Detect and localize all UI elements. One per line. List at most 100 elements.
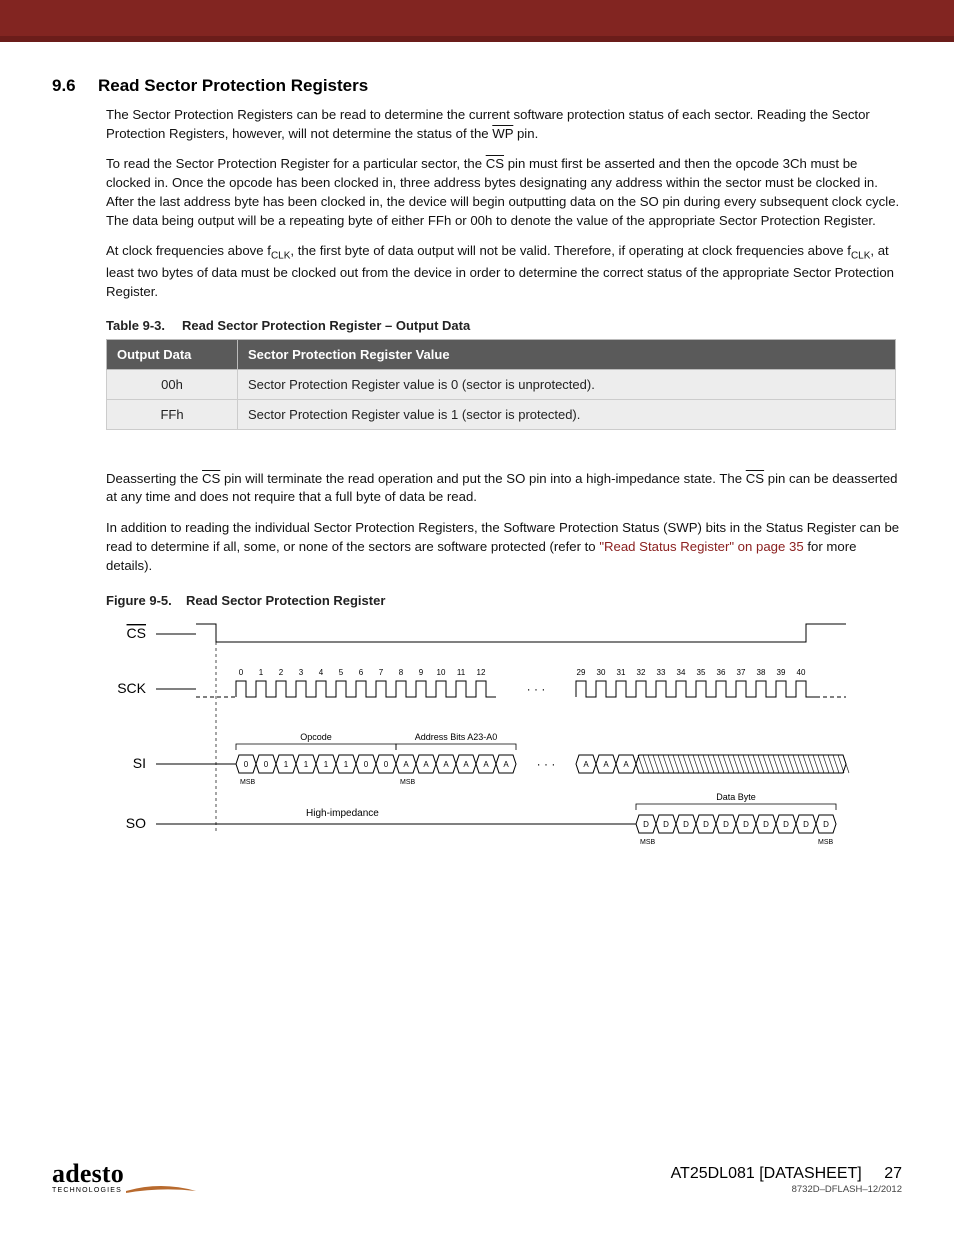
svg-text:10: 10 [437, 668, 446, 677]
text: To read the Sector Protection Register f… [106, 156, 486, 171]
svg-text:High-impedance: High-impedance [306, 808, 379, 819]
svg-text:MSB: MSB [818, 839, 834, 846]
fclk-sub: CLK [271, 251, 290, 262]
col-spr-value: Sector Protection Register Value [238, 339, 896, 369]
doc-code: 8732D–DFLASH–12/2012 [671, 1185, 902, 1195]
header-color-band [0, 0, 954, 42]
svg-text:3: 3 [299, 668, 304, 677]
text: , the first byte of data output will not… [290, 243, 851, 258]
text: pin. [513, 126, 538, 141]
table-header-row: Output Data Sector Protection Register V… [107, 339, 896, 369]
svg-text:Opcode: Opcode [300, 732, 332, 742]
svg-text:· · ·: · · · [537, 757, 556, 771]
svg-text:9: 9 [419, 668, 424, 677]
svg-text:SCK: SCK [117, 680, 146, 696]
svg-text:CS: CS [127, 625, 146, 641]
svg-text:D: D [723, 820, 729, 829]
svg-text:8: 8 [399, 668, 404, 677]
figure-caption: Figure 9-5.Read Sector Protection Regist… [106, 593, 902, 608]
cell-desc: Sector Protection Register value is 1 (s… [238, 399, 896, 429]
svg-text:D: D [763, 820, 769, 829]
svg-text:40: 40 [797, 668, 806, 677]
svg-text:Data Byte: Data Byte [716, 792, 756, 802]
text: At clock frequencies above f [106, 243, 271, 258]
svg-text:37: 37 [737, 668, 746, 677]
svg-text:1: 1 [259, 668, 264, 677]
paragraph-1: The Sector Protection Registers can be r… [52, 106, 902, 143]
svg-text:A: A [603, 760, 609, 769]
table-title: Read Sector Protection Register – Output… [182, 318, 470, 333]
fclk-sub: CLK [851, 251, 870, 262]
svg-text:A: A [583, 760, 589, 769]
svg-text:2: 2 [279, 668, 284, 677]
col-output-data: Output Data [107, 339, 238, 369]
figure-title: Read Sector Protection Register [186, 593, 385, 608]
logo-wordmark: adesto [52, 1162, 124, 1185]
svg-text:38: 38 [757, 668, 766, 677]
cs-pin: CS [202, 471, 220, 486]
svg-text:6: 6 [359, 668, 364, 677]
wp-pin: WP [492, 126, 513, 141]
text: The Sector Protection Registers can be r… [106, 107, 870, 141]
svg-text:A: A [443, 760, 449, 769]
table-number: Table 9-3. [106, 318, 182, 333]
svg-text:30: 30 [597, 668, 606, 677]
svg-text:1: 1 [344, 760, 349, 769]
svg-text:0: 0 [239, 668, 244, 677]
svg-text:0: 0 [384, 760, 389, 769]
svg-text:39: 39 [777, 668, 786, 677]
svg-text:SI: SI [133, 755, 146, 771]
svg-text:36: 36 [717, 668, 726, 677]
page-footer: adesto TECHNOLOGIES AT25DL081 [DATASHEET… [0, 1162, 954, 1195]
paragraph-5: In addition to reading the individual Se… [52, 519, 902, 575]
logo-swoosh-icon [126, 1185, 196, 1195]
timing-svg: CSSCKSISO0123456789101112· · ·2930313233… [106, 614, 866, 854]
svg-text:4: 4 [319, 668, 324, 677]
svg-text:31: 31 [617, 668, 626, 677]
svg-text:· · ·: · · · [527, 682, 546, 696]
svg-text:A: A [483, 760, 489, 769]
svg-text:D: D [663, 820, 669, 829]
adesto-logo: adesto TECHNOLOGIES [52, 1162, 196, 1195]
cell-output: 00h [107, 369, 238, 399]
svg-text:D: D [803, 820, 809, 829]
svg-text:1: 1 [284, 760, 289, 769]
svg-text:MSB: MSB [240, 779, 256, 786]
svg-text:A: A [403, 760, 409, 769]
table-row: 00h Sector Protection Register value is … [107, 369, 896, 399]
table-caption: Table 9-3.Read Sector Protection Registe… [106, 318, 902, 333]
svg-text:0: 0 [264, 760, 269, 769]
svg-text:12: 12 [477, 668, 486, 677]
svg-text:0: 0 [244, 760, 249, 769]
timing-diagram: CSSCKSISO0123456789101112· · ·2930313233… [106, 614, 896, 854]
svg-text:A: A [423, 760, 429, 769]
text: Deasserting the [106, 471, 202, 486]
section-title: Read Sector Protection Registers [98, 76, 368, 95]
xref-read-status-register[interactable]: "Read Status Register" on page 35 [599, 539, 803, 554]
svg-text:1: 1 [304, 760, 309, 769]
doc-title: AT25DL081 [DATASHEET] [671, 1165, 862, 1182]
svg-text:D: D [643, 820, 649, 829]
svg-text:1: 1 [324, 760, 329, 769]
svg-text:0: 0 [364, 760, 369, 769]
svg-text:D: D [703, 820, 709, 829]
page-number: 27 [884, 1165, 902, 1183]
table-row: FFh Sector Protection Register value is … [107, 399, 896, 429]
svg-text:D: D [783, 820, 789, 829]
svg-text:11: 11 [457, 668, 466, 677]
cs-pin: CS [486, 156, 504, 171]
svg-text:MSB: MSB [640, 839, 656, 846]
svg-text:A: A [463, 760, 469, 769]
logo-subtext: TECHNOLOGIES [52, 1187, 122, 1194]
output-data-table: Output Data Sector Protection Register V… [106, 339, 896, 430]
paragraph-3: At clock frequencies above fCLK, the fir… [52, 242, 902, 301]
page-content: 9.6Read Sector Protection Registers The … [0, 42, 954, 854]
svg-text:A: A [623, 760, 629, 769]
svg-text:MSB: MSB [400, 779, 416, 786]
section-number: 9.6 [52, 76, 98, 96]
doc-identifier: AT25DL081 [DATASHEET] 27 8732D–DFLASH–12… [671, 1165, 902, 1195]
paragraph-2: To read the Sector Protection Register f… [52, 155, 902, 230]
cs-pin: CS [746, 471, 764, 486]
svg-text:Address Bits A23-A0: Address Bits A23-A0 [415, 732, 498, 742]
svg-text:29: 29 [577, 668, 586, 677]
